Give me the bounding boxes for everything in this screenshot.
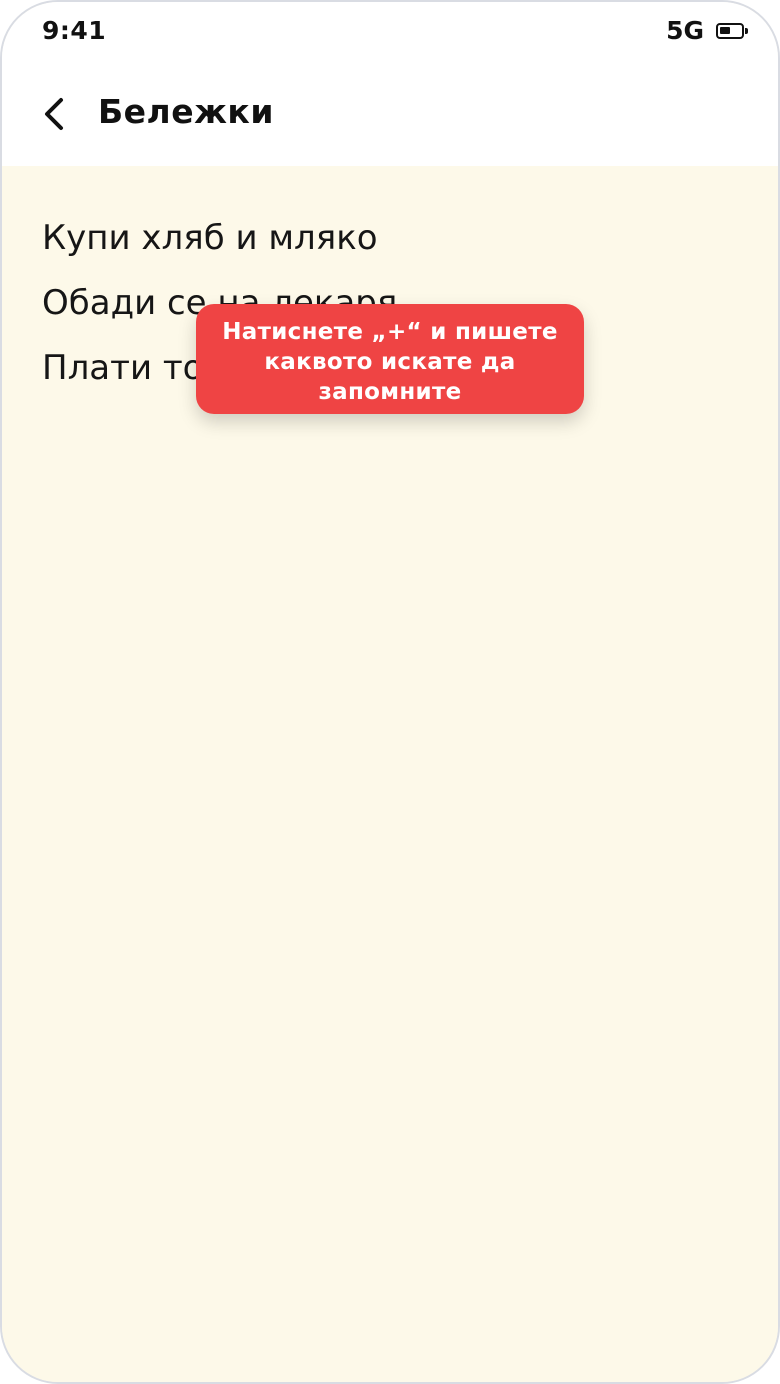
battery-icon	[716, 22, 748, 39]
status-time: 9:41	[42, 16, 107, 45]
notes-content: Купи хляб и мляко Обади се на лекаря Пла…	[2, 166, 778, 1382]
chevron-left-icon	[45, 98, 63, 130]
battery-level	[720, 26, 730, 34]
note-item[interactable]: Купи хляб и мляко	[42, 212, 397, 277]
hint-tooltip: Натиснете „+“ и пишете каквото искате да…	[196, 304, 584, 414]
network-indicator: 5G	[666, 16, 704, 45]
back-button[interactable]	[32, 88, 76, 140]
app-header: Бележки	[2, 66, 778, 166]
status-indicators: 5G	[666, 16, 748, 45]
phone-frame: 9:41 5G Бележки Купи хляб и мляко Обади …	[0, 0, 780, 1384]
status-bar: 9:41 5G	[2, 2, 778, 66]
page-title: Бележки	[98, 92, 274, 131]
